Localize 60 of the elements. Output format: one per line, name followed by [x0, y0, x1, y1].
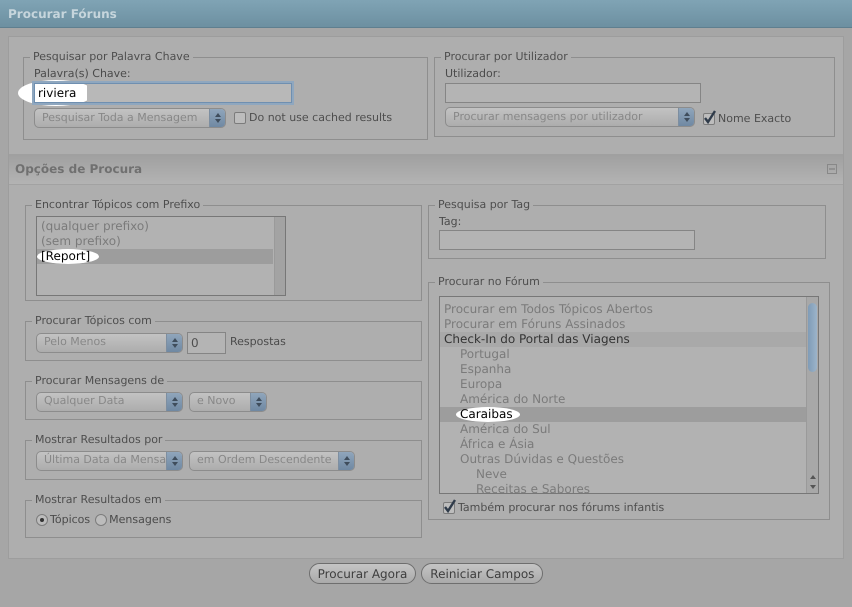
- stepper-icon: [684, 112, 690, 122]
- checkbox[interactable]: [703, 112, 715, 125]
- field-label: Palavra(s) Chave:: [34, 66, 132, 82]
- list-item[interactable]: Receitas e Sabores: [440, 482, 806, 492]
- stepper-icon: [172, 456, 178, 466]
- checkbox-label: Nome Exacto: [718, 110, 792, 126]
- fieldset-legend: Mostrar Resultados em: [32, 492, 165, 508]
- radio-button[interactable]: [95, 514, 108, 526]
- radio-button[interactable]: [36, 514, 48, 526]
- stepper-icon[interactable]: [810, 474, 816, 488]
- list-item[interactable]: Portugal: [440, 346, 806, 362]
- text-field[interactable]: [439, 230, 695, 250]
- text-field[interactable]: [445, 83, 701, 103]
- fieldset-legend: Procurar por Utilizador: [441, 49, 571, 66]
- form-button[interactable]: Reiniciar Campos: [421, 563, 544, 584]
- scrollbar[interactable]: [806, 296, 818, 492]
- list-box[interactable]: (qualquer prefixo) (sem prefixo) [Report]: [36, 216, 286, 296]
- list-item[interactable]: (sem prefixo): [37, 234, 273, 248]
- checkbox[interactable]: [234, 112, 246, 124]
- list-item[interactable]: Espanha: [440, 362, 806, 376]
- number-field[interactable]: 0: [187, 332, 226, 354]
- page-title: Procurar Fóruns: [8, 6, 117, 22]
- fieldset-legend: Procurar Mensagens de: [32, 373, 168, 390]
- list-item[interactable]: África e Ásia: [440, 436, 806, 452]
- list-item[interactable]: Neve: [440, 466, 806, 482]
- checkbox[interactable]: [443, 502, 455, 514]
- fieldset-legend: Procurar no Fórum: [435, 274, 543, 290]
- field-label: Respostas: [230, 334, 286, 350]
- text-field[interactable]: riviera: [34, 83, 292, 103]
- list-item[interactable]: Caraibas: [440, 406, 806, 422]
- stepper-icon: [172, 396, 178, 406]
- stepper-icon: [214, 113, 220, 123]
- form-button[interactable]: Procurar Agora: [308, 563, 416, 584]
- scrollbar[interactable]: [274, 216, 285, 294]
- list-item[interactable]: [Report]: [37, 248, 273, 264]
- fieldset-legend: Encontrar Tópicos com Prefixo: [32, 197, 204, 214]
- list-item[interactable]: (qualquer prefixo): [37, 218, 273, 234]
- fieldset-legend: Pesquisar por Palavra Chave: [30, 49, 193, 66]
- list-item[interactable]: Outras Dúvidas e Questões: [440, 452, 806, 466]
- list-item[interactable]: Europa: [440, 376, 806, 392]
- field-label: Tag:: [439, 214, 462, 230]
- list-item[interactable]: América do Sul: [440, 422, 806, 436]
- field-label: Utilizador:: [445, 66, 502, 82]
- stepper-icon: [256, 396, 262, 406]
- collapse-icon[interactable]: [827, 164, 837, 174]
- checkbox-label: Também procurar nos fórums infantis: [458, 500, 664, 516]
- checkbox-label: Do not use cached results: [249, 110, 392, 126]
- list-item[interactable]: Procurar em Fóruns Assinados: [440, 316, 806, 332]
- stepper-icon: [344, 456, 350, 466]
- radio-label: Tópicos: [50, 512, 90, 528]
- fieldset-legend: Pesquisa por Tag: [435, 197, 534, 214]
- list-item[interactable]: Check-In do Portal das Viagens: [440, 332, 806, 346]
- stepper-icon: [172, 338, 178, 348]
- section-title: Opções de Procura: [15, 161, 142, 178]
- fieldset-legend: Procurar Tópicos com: [32, 313, 155, 330]
- list-item[interactable]: América do Norte: [440, 392, 806, 406]
- fieldset-legend: Mostrar Resultados por: [32, 432, 166, 448]
- list-item[interactable]: Procurar em Todos Tópicos Abertos: [440, 302, 806, 316]
- list-box[interactable]: [439, 296, 819, 494]
- radio-label: Mensagens: [109, 512, 172, 528]
